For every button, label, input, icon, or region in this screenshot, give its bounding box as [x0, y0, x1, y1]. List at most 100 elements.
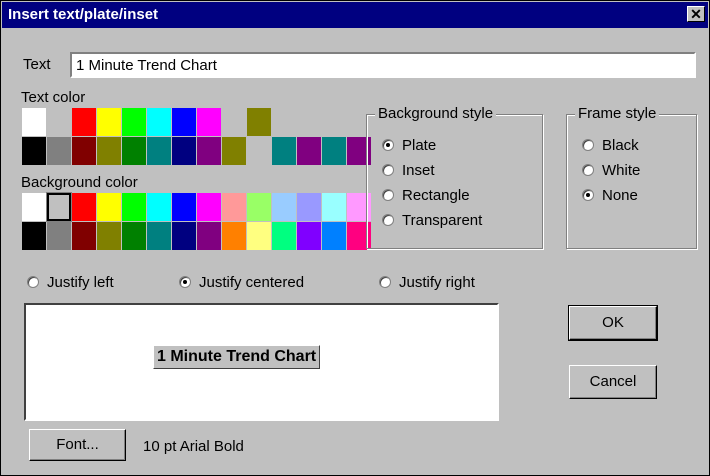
ok-button[interactable]: OK: [568, 305, 658, 341]
color-swatch[interactable]: [222, 137, 246, 165]
color-swatch[interactable]: [122, 137, 146, 165]
color-swatch[interactable]: [147, 137, 171, 165]
frame-style-group: Frame style Black White None: [566, 105, 697, 249]
color-swatch[interactable]: [122, 193, 146, 221]
color-swatch[interactable]: [297, 108, 321, 136]
close-icon: ✕: [690, 6, 702, 22]
color-swatch[interactable]: [47, 108, 71, 136]
radio-icon: [382, 139, 394, 151]
radio-icon: [382, 189, 394, 201]
bg-style-plate-radio[interactable]: Plate: [382, 135, 436, 155]
radio-label: White: [602, 161, 641, 179]
color-swatch[interactable]: [222, 222, 246, 250]
color-swatch[interactable]: [272, 193, 296, 221]
preview-box: 1 Minute Trend Chart: [24, 303, 499, 421]
color-swatch[interactable]: [22, 222, 46, 250]
color-swatch[interactable]: [197, 137, 221, 165]
frame-style-none-radio[interactable]: None: [582, 185, 638, 205]
text-label: Text: [23, 56, 51, 73]
color-swatch[interactable]: [47, 222, 71, 250]
radio-label: Black: [602, 136, 639, 154]
color-swatch[interactable]: [197, 193, 221, 221]
color-swatch[interactable]: [272, 137, 296, 165]
color-swatch[interactable]: [72, 222, 96, 250]
color-swatch[interactable]: [72, 193, 96, 221]
background-style-group: Background style Plate Inset Rectangle T…: [366, 105, 543, 249]
preview-plate-text: 1 Minute Trend Chart: [153, 345, 321, 369]
frame-style-legend: Frame style: [575, 105, 660, 122]
color-swatch[interactable]: [22, 108, 46, 136]
color-swatch[interactable]: [97, 108, 121, 136]
color-swatch[interactable]: [247, 137, 271, 165]
radio-label: Justify right: [399, 273, 475, 291]
radio-icon: [582, 139, 594, 151]
color-swatch[interactable]: [46, 192, 72, 222]
color-swatch[interactable]: [197, 222, 221, 250]
radio-label: Inset: [402, 161, 435, 179]
radio-icon: [582, 164, 594, 176]
justify-left-radio[interactable]: Justify left: [27, 272, 114, 292]
color-swatch[interactable]: [247, 108, 271, 136]
color-swatch[interactable]: [172, 108, 196, 136]
radio-icon: [382, 214, 394, 226]
text-input[interactable]: [70, 52, 696, 78]
color-swatch[interactable]: [322, 193, 346, 221]
text-color-label: Text color: [21, 89, 86, 106]
color-swatch[interactable]: [272, 108, 296, 136]
color-swatch[interactable]: [72, 108, 96, 136]
color-swatch[interactable]: [122, 108, 146, 136]
color-swatch[interactable]: [172, 193, 196, 221]
radio-label: Rectangle: [402, 186, 470, 204]
text-color-palette: [22, 108, 371, 165]
color-swatch[interactable]: [147, 193, 171, 221]
color-swatch[interactable]: [172, 137, 196, 165]
radio-icon: [582, 189, 594, 201]
title-bar[interactable]: Insert text/plate/inset ✕: [2, 2, 708, 28]
color-swatch[interactable]: [72, 137, 96, 165]
background-color-palette: [22, 192, 371, 250]
color-swatch[interactable]: [322, 108, 346, 136]
radio-icon: [379, 276, 391, 288]
radio-label: Transparent: [402, 211, 483, 229]
radio-icon: [179, 276, 191, 288]
justify-centered-radio[interactable]: Justify centered: [179, 272, 304, 292]
color-swatch[interactable]: [172, 222, 196, 250]
color-swatch[interactable]: [147, 108, 171, 136]
close-button[interactable]: ✕: [687, 6, 705, 22]
radio-label: Justify centered: [199, 273, 305, 291]
color-swatch[interactable]: [197, 108, 221, 136]
insert-text-dialog: Insert text/plate/inset ✕ Text Text colo…: [0, 0, 710, 476]
color-swatch[interactable]: [247, 222, 271, 250]
color-swatch[interactable]: [147, 222, 171, 250]
cancel-button[interactable]: Cancel: [569, 365, 657, 399]
color-swatch[interactable]: [47, 137, 71, 165]
font-button[interactable]: Font...: [29, 429, 126, 461]
color-swatch[interactable]: [322, 222, 346, 250]
bg-style-inset-radio[interactable]: Inset: [382, 160, 435, 180]
color-swatch[interactable]: [297, 193, 321, 221]
color-swatch[interactable]: [122, 222, 146, 250]
bg-style-transparent-radio[interactable]: Transparent: [382, 210, 482, 230]
color-swatch[interactable]: [97, 137, 121, 165]
justify-right-radio[interactable]: Justify right: [379, 272, 475, 292]
font-description: 10 pt Arial Bold: [143, 438, 244, 455]
frame-style-white-radio[interactable]: White: [582, 160, 640, 180]
color-swatch[interactable]: [272, 222, 296, 250]
background-color-label: Background color: [21, 174, 138, 191]
color-swatch[interactable]: [222, 193, 246, 221]
frame-style-black-radio[interactable]: Black: [582, 135, 639, 155]
dialog-title: Insert text/plate/inset: [8, 6, 159, 23]
background-style-legend: Background style: [375, 105, 497, 122]
color-swatch[interactable]: [222, 108, 246, 136]
color-swatch[interactable]: [297, 222, 321, 250]
color-swatch[interactable]: [297, 137, 321, 165]
color-swatch[interactable]: [97, 222, 121, 250]
radio-label: Plate: [402, 136, 437, 154]
color-swatch[interactable]: [22, 137, 46, 165]
radio-icon: [27, 276, 39, 288]
color-swatch[interactable]: [97, 193, 121, 221]
bg-style-rectangle-radio[interactable]: Rectangle: [382, 185, 470, 205]
color-swatch[interactable]: [322, 137, 346, 165]
color-swatch[interactable]: [247, 193, 271, 221]
color-swatch[interactable]: [22, 193, 46, 221]
